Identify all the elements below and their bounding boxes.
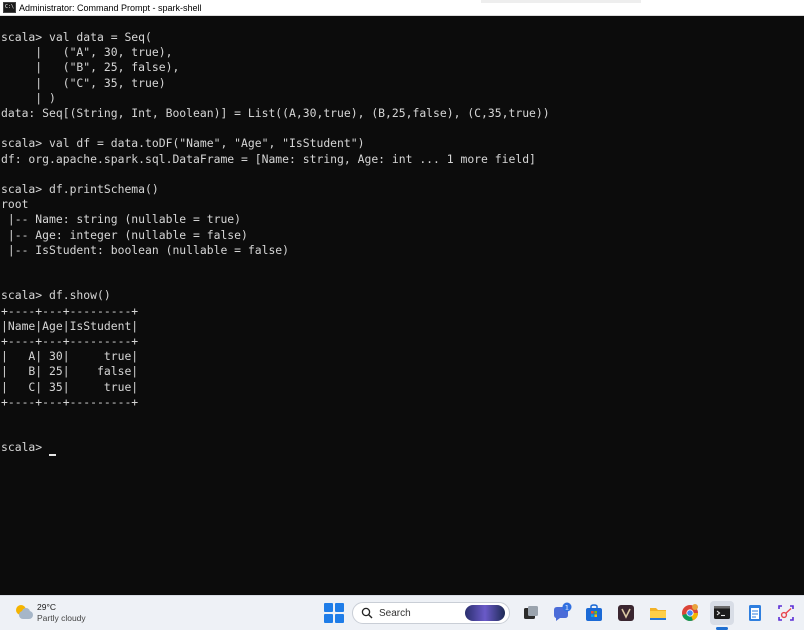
console-line: |-- IsStudent: boolean (nullable = false…: [1, 242, 290, 257]
console-line: |-- Age: integer (nullable = false): [1, 227, 248, 242]
console-line: df: org.apache.spark.sql.DataFrame = [Na…: [1, 151, 536, 166]
console-output: scala> val data = Seq( | ("A", 30, true)…: [1, 30, 550, 456]
command-prompt-icon: [714, 606, 730, 619]
file-explorer-icon[interactable]: [647, 602, 669, 624]
weather-temperature: 29°C: [37, 602, 56, 612]
search-highlight-image: [465, 605, 505, 621]
snipping-tool-icon[interactable]: [775, 602, 797, 624]
console-line: root: [1, 197, 29, 212]
title-bar-drag-region[interactable]: [481, 0, 641, 3]
command-prompt-taskbar-button[interactable]: [710, 601, 734, 625]
store-icon[interactable]: [583, 602, 605, 624]
console-line: data: Seq[(String, Int, Boolean)] = List…: [1, 106, 550, 121]
console-line: scala> df.show(): [1, 288, 111, 303]
console-line: | A| 30| true|: [1, 349, 139, 364]
notepad-icon[interactable]: [744, 602, 766, 624]
console-line: | C| 35| true|: [1, 379, 139, 394]
console-line: | B| 25| false|: [1, 364, 139, 379]
weather-condition: Partly cloudy: [37, 613, 86, 623]
console-line: | ("C", 35, true): [1, 75, 166, 90]
console-line: +----+---+---------+: [1, 334, 139, 349]
windows-start-icon[interactable]: [324, 603, 344, 623]
console-line: |Name|Age|IsStudent|: [1, 318, 139, 333]
taskbar-search-box[interactable]: Search: [352, 602, 510, 624]
chat-icon[interactable]: 1: [551, 602, 573, 624]
console-line: scala> val df = data.toDF("Name", "Age",…: [1, 136, 365, 151]
partly-cloudy-icon: [14, 603, 34, 623]
text-cursor: [49, 454, 56, 456]
chrome-icon[interactable]: [679, 602, 701, 624]
command-prompt-icon: C:\: [3, 2, 16, 13]
console-area[interactable]: scala> val data = Seq( | ("A", 30, true)…: [0, 16, 804, 595]
taskbar: 29°C Partly cloudy Search 1: [0, 595, 804, 630]
console-line: +----+---+---------+: [1, 394, 139, 409]
console-line: | ("B", 25, false),: [1, 60, 180, 75]
search-label: Search: [379, 607, 411, 619]
weather-widget[interactable]: 29°C Partly cloudy: [14, 602, 86, 624]
task-view-icon[interactable]: [520, 602, 542, 624]
search-icon: [361, 607, 373, 619]
app-icon[interactable]: [615, 602, 637, 624]
window-title: Administrator: Command Prompt - spark-sh…: [19, 2, 202, 13]
chat-badge: 1: [565, 603, 569, 611]
console-line: | ): [1, 90, 56, 105]
console-line: | ("A", 30, true),: [1, 45, 173, 60]
console-line: +----+---+---------+: [1, 303, 139, 318]
console-line: scala> val data = Seq(: [1, 30, 152, 44]
console-line: |-- Name: string (nullable = true): [1, 212, 242, 227]
console-line: scala>: [1, 440, 50, 455]
title-bar[interactable]: C:\ Administrator: Command Prompt - spar…: [0, 0, 804, 16]
console-line: scala> df.printSchema(): [1, 182, 159, 197]
